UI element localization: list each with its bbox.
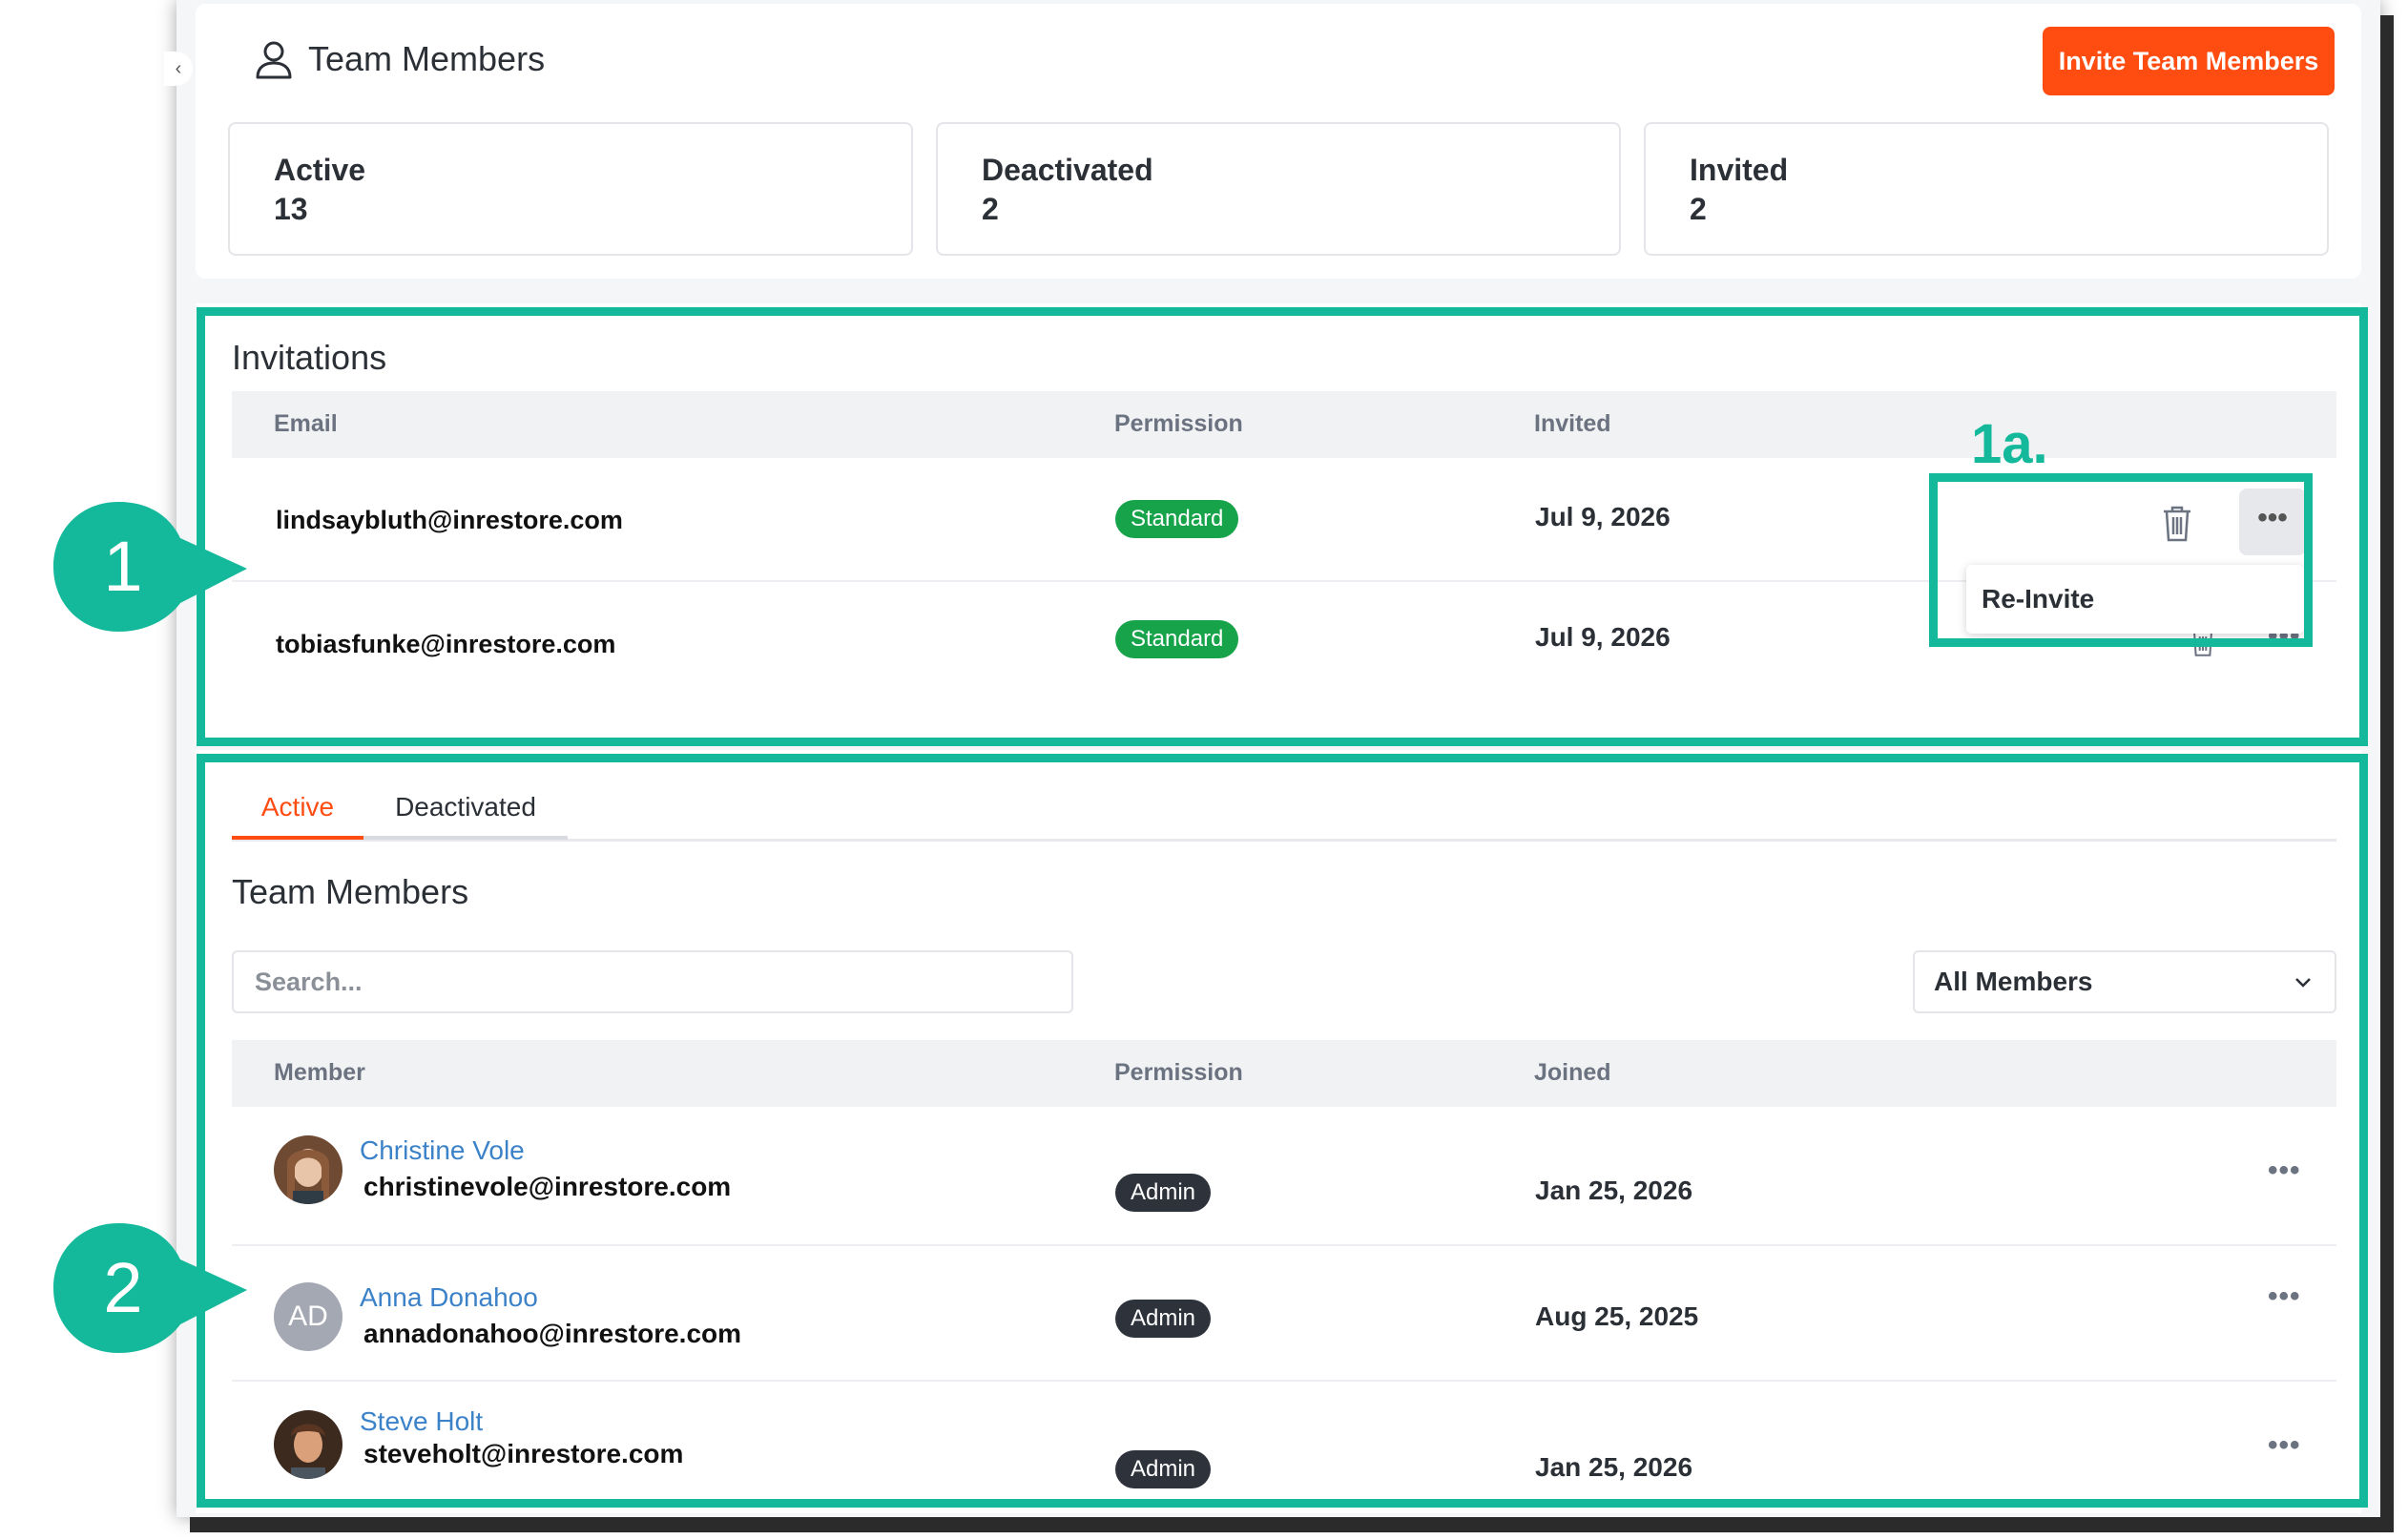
stat-value: 2 xyxy=(982,192,999,226)
person-icon xyxy=(256,41,292,79)
stat-label: Invited xyxy=(1690,153,1789,187)
stat-label: Active xyxy=(274,153,366,187)
stat-value: 2 xyxy=(1690,192,1707,226)
stat-label: Deactivated xyxy=(982,153,1153,187)
annotation-callout-2: 2 xyxy=(52,1221,271,1355)
annotation-callout-1: 1 xyxy=(52,500,271,634)
invite-team-members-button[interactable]: Invite Team Members xyxy=(2043,27,2335,95)
stat-value: 13 xyxy=(274,192,308,226)
stat-card-active: Active 13 xyxy=(228,122,913,256)
callout-number: 2 xyxy=(103,1248,143,1327)
annotation-box-team-members xyxy=(197,754,2368,1508)
annotation-label-1a: 1a. xyxy=(1971,413,2048,475)
stat-card-deactivated: Deactivated 2 xyxy=(936,122,1621,256)
stat-card-invited: Invited 2 xyxy=(1644,122,2329,256)
annotation-box-reinvite xyxy=(1929,473,2313,647)
callout-number: 1 xyxy=(103,527,143,606)
header-card: Team Members Invite Team Members Active … xyxy=(196,4,2361,279)
page-title-text: Team Members xyxy=(308,39,546,78)
page-title: Team Members xyxy=(253,38,545,80)
